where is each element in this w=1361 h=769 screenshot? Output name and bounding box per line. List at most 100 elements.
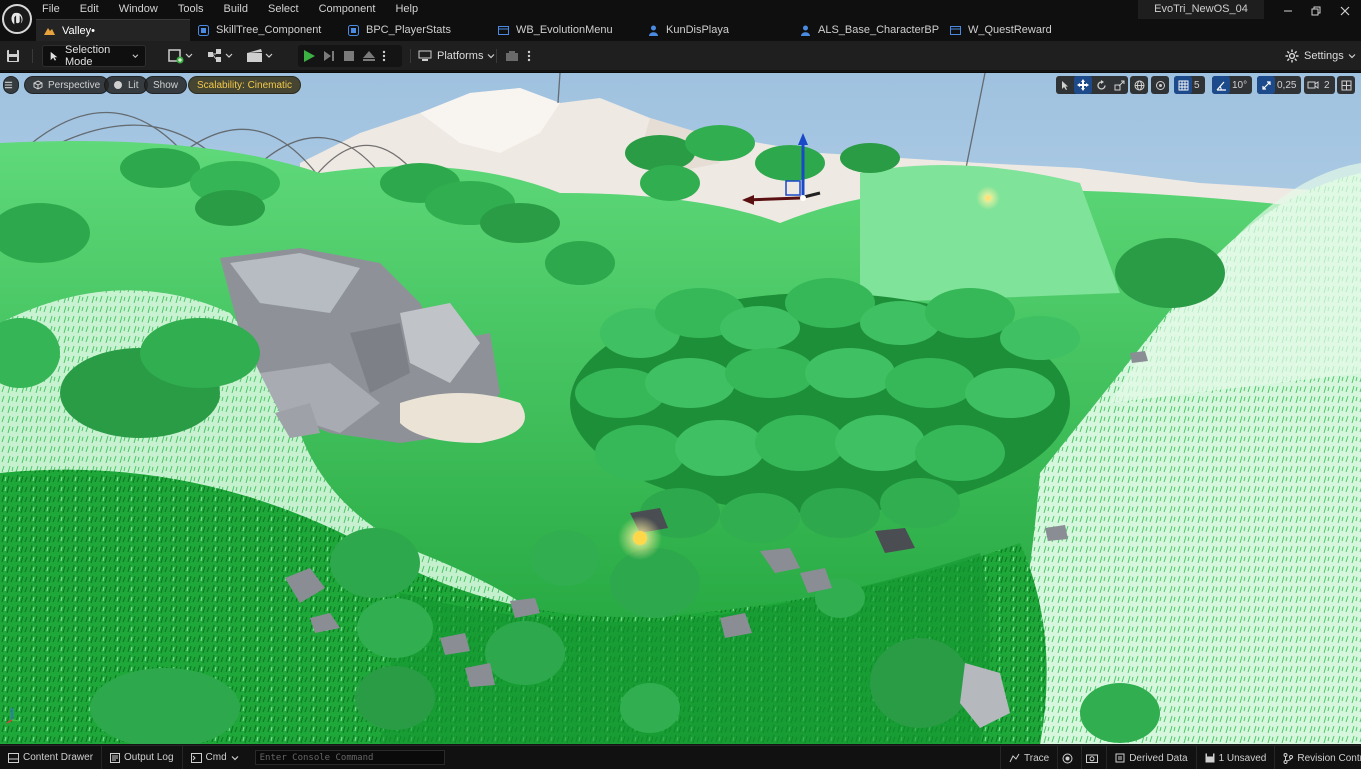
content-settings-icon[interactable] [505, 45, 519, 67]
tab-kundisplaya[interactable]: KunDisPlaya [640, 19, 792, 41]
settings-button[interactable]: Settings [1285, 45, 1356, 67]
revision-control-button[interactable]: Revision Control [1275, 746, 1361, 769]
play-controls [298, 45, 402, 67]
menu-edit[interactable]: Edit [70, 0, 109, 16]
tab-valley[interactable]: Valley• [36, 19, 190, 41]
play-icon[interactable] [302, 49, 316, 63]
cinematics-icon[interactable] [246, 45, 274, 67]
more-options-icon[interactable] [527, 45, 531, 67]
tab-label: BPC_PlayerStats [366, 24, 451, 36]
settings-label: Settings [1304, 50, 1344, 62]
more-options-icon[interactable] [382, 49, 386, 63]
scale-snap-icon [1257, 76, 1275, 94]
blueprint-icon [198, 24, 209, 36]
divider [410, 49, 411, 63]
tab-bpc-playerstats[interactable]: BPC_PlayerStats [340, 19, 490, 41]
content-drawer-icon [8, 752, 19, 763]
output-log-icon [110, 752, 121, 763]
terminal-icon [190, 752, 202, 763]
rotate-tool-icon[interactable] [1092, 76, 1110, 94]
scale-snap-value: 0,25 [1277, 79, 1297, 91]
gear-icon [1285, 49, 1299, 63]
unsaved-label: 1 Unsaved [1218, 752, 1267, 764]
globe-icon [1130, 76, 1148, 94]
grid-snap-value: 5 [1194, 79, 1200, 91]
divider [496, 49, 497, 63]
derived-data-button[interactable]: Derived Data [1107, 746, 1197, 769]
scene-render[interactable] [0, 73, 1361, 744]
divider [32, 49, 33, 63]
tab-label: KunDisPlaya [666, 24, 729, 36]
menu-help[interactable]: Help [385, 0, 428, 16]
trace-icon [1009, 753, 1020, 763]
lit-sphere-icon [114, 81, 122, 89]
tab-als-base-characterbp[interactable]: ALS_Base_CharacterBP [792, 19, 942, 41]
perspective-label: Perspective [48, 79, 101, 91]
menu-tools[interactable]: Tools [168, 0, 214, 16]
widget-icon [498, 25, 509, 36]
tab-wb-evolutionmenu[interactable]: WB_EvolutionMenu [490, 19, 640, 41]
axis-indicator-icon [6, 704, 26, 724]
lit-button[interactable]: Lit [104, 76, 148, 94]
save-icon[interactable] [6, 45, 20, 67]
camera-speed-control[interactable]: 2 [1304, 76, 1335, 94]
show-label: Show [153, 79, 179, 91]
blueprints-icon[interactable] [207, 45, 235, 67]
translate-tool-icon[interactable] [1074, 76, 1092, 94]
trace-button[interactable]: Trace [1000, 746, 1059, 769]
viewport-menu-icon[interactable] [3, 76, 19, 94]
tab-label: Valley• [62, 24, 95, 37]
perspective-button[interactable]: Perspective [24, 76, 110, 94]
add-actor-icon[interactable] [168, 45, 194, 67]
world-local-toggle[interactable] [1130, 76, 1148, 94]
platforms-label: Platforms [437, 50, 484, 62]
scalability-badge[interactable]: Scalability: Cinematic [188, 76, 302, 94]
content-drawer-label: Content Drawer [23, 752, 94, 763]
show-button[interactable]: Show [144, 76, 188, 94]
console-command-input[interactable] [254, 750, 445, 765]
output-log-label: Output Log [124, 752, 174, 763]
stop-icon[interactable] [342, 49, 356, 63]
tab-skilltree-component[interactable]: SkillTree_Component [190, 19, 340, 41]
unsaved-button[interactable]: 1 Unsaved [1197, 746, 1276, 769]
menu-build[interactable]: Build [214, 0, 258, 16]
revision-control-icon [1283, 752, 1294, 764]
menu-component[interactable]: Component [309, 0, 386, 16]
surface-snapping-toggle[interactable] [1151, 76, 1169, 94]
select-tool-icon[interactable] [1056, 76, 1074, 94]
unsaved-icon [1205, 753, 1215, 763]
close-icon[interactable] [1329, 0, 1361, 22]
scale-snap-control[interactable]: 0,25 [1257, 76, 1302, 94]
transform-tools [1056, 76, 1128, 94]
platforms-button[interactable]: Platforms [418, 45, 495, 67]
layout-grid-icon [1337, 76, 1355, 94]
advance-frame-icon[interactable] [322, 49, 336, 63]
selection-mode-label: Selection Mode [65, 44, 111, 68]
cmd-dropdown[interactable]: Cmd [183, 746, 251, 769]
scale-tool-icon[interactable] [1110, 76, 1128, 94]
content-drawer-button[interactable]: Content Drawer [0, 745, 103, 769]
unreal-logo-icon[interactable] [2, 4, 32, 34]
restore-icon[interactable] [1300, 0, 1332, 22]
menu-window[interactable]: Window [109, 0, 168, 16]
lit-label: Lit [128, 79, 139, 91]
output-log-button[interactable]: Output Log [102, 745, 183, 769]
tab-label: SkillTree_Component [216, 24, 322, 36]
menu-file[interactable]: File [32, 0, 70, 16]
eject-icon[interactable] [362, 49, 376, 63]
tab-w-questreward[interactable]: W_QuestReward [942, 19, 1092, 41]
viewport-layout-button[interactable] [1337, 76, 1355, 94]
selection-mode-dropdown[interactable]: Selection Mode [42, 44, 146, 68]
trace-label: Trace [1024, 752, 1050, 764]
character-icon [800, 25, 811, 36]
rotation-snap-value: 10° [1232, 79, 1248, 91]
screenshot-icon[interactable] [1082, 746, 1108, 769]
record-icon[interactable] [1058, 746, 1083, 769]
platforms-icon [418, 50, 432, 61]
rotation-snap-control[interactable]: 10° [1212, 76, 1253, 94]
surface-snap-icon [1151, 76, 1169, 94]
level-viewport[interactable]: Perspective Lit Show Scalability: Cinema… [0, 72, 1361, 744]
widget-icon [950, 25, 961, 36]
grid-snap-control[interactable]: 5 [1174, 76, 1205, 94]
menu-select[interactable]: Select [258, 0, 309, 16]
